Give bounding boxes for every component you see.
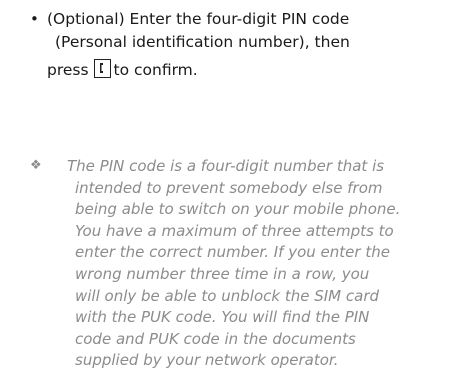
note-line-1: The PIN code is a four-digit number that… [67, 157, 385, 175]
note-line-6: wrong number three time in a row, you [75, 264, 370, 283]
note-line-5: enter the correct number. If you enter t… [75, 243, 390, 262]
step-line-2: (Personal identification number), then [55, 33, 350, 51]
step-confirm-text: to confirm. [113, 61, 198, 79]
step-line-1: (Optional) Enter the four-digit PIN code [47, 10, 350, 28]
note-line-4: You have a maximum of three attempts to [75, 221, 394, 240]
call-key-icon [93, 59, 111, 78]
note-line-8: with the PUK code. You will find the PIN [75, 308, 370, 327]
note-line-7: will only be able to unblock the SIM car… [75, 286, 380, 305]
note-line-3: being able to switch on your mobile phon… [75, 200, 401, 219]
step-line-3: press to confirm. [47, 59, 447, 82]
step-text: (Optional) Enter the four-digit PIN code… [47, 8, 447, 82]
step-press-text: press [47, 61, 89, 79]
note-icon: ❖ [30, 158, 42, 173]
note-line-2: intended to prevent somebody else from [75, 178, 383, 197]
note-line-9: code and PUK code in the documents [75, 329, 356, 348]
note-text: The PIN code is a four-digit number that… [67, 156, 466, 372]
bullet: • [30, 10, 39, 28]
